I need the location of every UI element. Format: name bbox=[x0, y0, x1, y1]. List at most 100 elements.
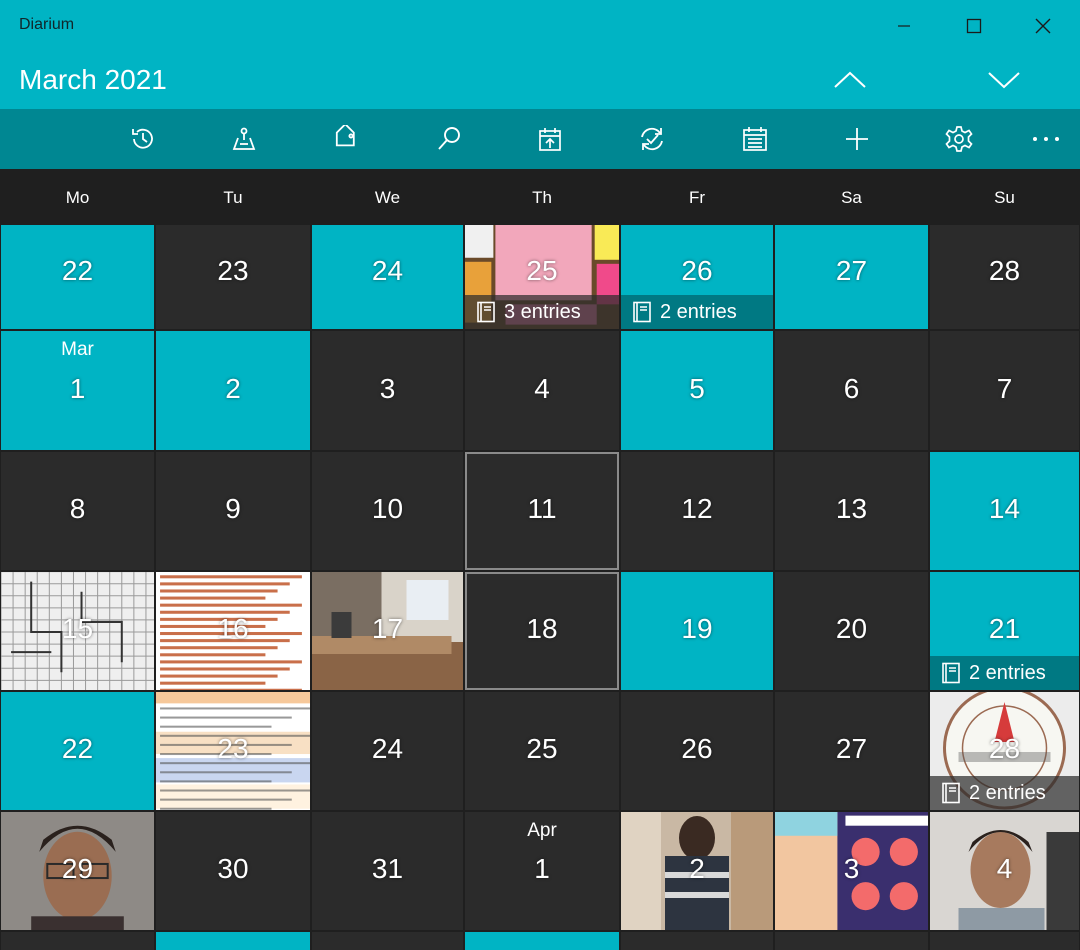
sync-button[interactable] bbox=[628, 115, 676, 163]
day-number: 27 bbox=[835, 733, 868, 764]
day-cell[interactable] bbox=[930, 932, 1079, 950]
maximize-button[interactable] bbox=[951, 8, 997, 44]
day-number: 15 bbox=[61, 613, 94, 644]
add-button[interactable] bbox=[833, 115, 881, 163]
entries-count: 2 entries bbox=[969, 781, 1046, 804]
next-month-button[interactable] bbox=[979, 62, 1029, 98]
day-cell[interactable]: 3 bbox=[312, 331, 463, 450]
day-cell[interactable]: 23 bbox=[156, 692, 310, 810]
day-cell[interactable] bbox=[1, 932, 154, 950]
more-icon bbox=[1033, 137, 1059, 141]
day-cell[interactable]: 19 bbox=[621, 572, 773, 690]
day-cell[interactable]: Mar 1 bbox=[1, 331, 154, 450]
day-number: 1 bbox=[534, 853, 550, 884]
add-icon bbox=[846, 128, 868, 150]
day-cell[interactable]: 24 bbox=[312, 225, 463, 329]
day-number: 12 bbox=[681, 493, 713, 524]
tags-button[interactable] bbox=[322, 115, 370, 163]
day-number: 22 bbox=[61, 255, 94, 286]
day-cell[interactable]: 24 bbox=[312, 692, 463, 810]
day-cell[interactable]: 3 bbox=[775, 812, 928, 930]
day-number: 28 bbox=[988, 255, 1021, 286]
map-icon bbox=[232, 127, 256, 150]
day-cell[interactable]: 21 2 entries bbox=[930, 572, 1079, 690]
search-button[interactable] bbox=[425, 115, 473, 163]
close-button[interactable] bbox=[1020, 8, 1066, 44]
day-number: 5 bbox=[689, 372, 705, 404]
entries-badge: 2 entries bbox=[930, 656, 1079, 690]
day-number: 2 bbox=[689, 853, 705, 884]
weekday-label: Tu bbox=[223, 188, 243, 207]
day-cell[interactable]: 25 3 entries bbox=[465, 225, 619, 329]
entries-badge: 2 entries bbox=[930, 776, 1079, 810]
day-cell[interactable]: 14 bbox=[930, 452, 1079, 570]
day-cell[interactable]: 30 bbox=[156, 812, 310, 930]
day-number: 9 bbox=[225, 493, 241, 524]
journal-icon bbox=[476, 301, 496, 323]
day-cell[interactable] bbox=[465, 932, 619, 950]
day-cell[interactable]: 16 bbox=[156, 572, 310, 690]
more-button[interactable] bbox=[1022, 115, 1070, 163]
settings-button[interactable] bbox=[935, 115, 983, 163]
month-label: Mar bbox=[61, 339, 94, 360]
day-cell[interactable]: 12 bbox=[621, 452, 773, 570]
day-number: 25 bbox=[526, 733, 558, 764]
entries-badge: 3 entries bbox=[465, 295, 619, 329]
day-cell[interactable]: 25 bbox=[465, 692, 619, 810]
day-cell[interactable]: Apr 1 bbox=[465, 812, 619, 930]
day-cell[interactable]: 22 bbox=[1, 692, 154, 810]
day-cell[interactable]: 8 bbox=[1, 452, 154, 570]
month-label: Apr bbox=[527, 820, 557, 841]
day-number: 27 bbox=[835, 255, 868, 286]
day-cell[interactable]: 28 2 entries bbox=[930, 692, 1079, 810]
calendar-export-button[interactable] bbox=[526, 115, 574, 163]
day-cell[interactable]: 20 bbox=[775, 572, 928, 690]
chevron-up-icon bbox=[834, 71, 866, 88]
day-cell[interactable]: 27 bbox=[775, 692, 928, 810]
day-cell[interactable]: 22 bbox=[1, 225, 154, 329]
day-number: 18 bbox=[526, 613, 558, 644]
day-number: 24 bbox=[371, 733, 404, 764]
day-cell[interactable]: 11 bbox=[465, 452, 619, 570]
day-cell[interactable]: 18 bbox=[465, 572, 619, 690]
day-cell[interactable]: 15 bbox=[1, 572, 154, 690]
history-button[interactable] bbox=[119, 115, 167, 163]
day-cell[interactable] bbox=[312, 932, 463, 950]
day-cell[interactable]: 9 bbox=[156, 452, 310, 570]
day-number: 23 bbox=[217, 733, 249, 764]
day-number: 11 bbox=[527, 493, 557, 524]
map-button[interactable] bbox=[220, 115, 268, 163]
day-cell[interactable] bbox=[775, 932, 928, 950]
day-cell[interactable]: 31 bbox=[312, 812, 463, 930]
day-cell[interactable]: 29 bbox=[1, 812, 154, 930]
minimize-button[interactable] bbox=[881, 8, 927, 44]
day-cell[interactable]: 7 bbox=[930, 331, 1079, 450]
day-cell[interactable] bbox=[156, 932, 310, 950]
day-cell[interactable]: 2 bbox=[156, 331, 310, 450]
day-number: 25 bbox=[526, 255, 558, 286]
day-cell[interactable]: 6 bbox=[775, 331, 928, 450]
day-cell[interactable]: 4 bbox=[465, 331, 619, 450]
day-number: 4 bbox=[996, 853, 1013, 884]
day-cell[interactable]: 5 bbox=[621, 331, 773, 450]
day-number: 2 bbox=[225, 372, 241, 404]
chevron-down-icon bbox=[988, 72, 1020, 89]
day-cell[interactable]: 17 bbox=[312, 572, 463, 690]
day-cell[interactable]: 13 bbox=[775, 452, 928, 570]
entries-count: 2 entries bbox=[969, 661, 1046, 684]
previous-month-button[interactable] bbox=[825, 62, 875, 98]
day-cell[interactable]: 4 bbox=[930, 812, 1079, 930]
day-cell[interactable]: 26 bbox=[621, 692, 773, 810]
day-number: 31 bbox=[371, 853, 404, 884]
weekday-label: Fr bbox=[688, 188, 706, 207]
day-cell[interactable]: 27 bbox=[775, 225, 928, 329]
day-cell[interactable]: 26 2 entries bbox=[621, 225, 773, 329]
day-cell[interactable]: 2 bbox=[621, 812, 773, 930]
day-cell[interactable]: 10 bbox=[312, 452, 463, 570]
day-cell[interactable]: 23 bbox=[156, 225, 310, 329]
day-cell[interactable]: 28 bbox=[930, 225, 1079, 329]
weekday-label: Mo bbox=[65, 188, 90, 207]
day-number: 20 bbox=[835, 613, 868, 644]
calendar-button[interactable] bbox=[731, 115, 779, 163]
day-cell[interactable] bbox=[621, 932, 773, 950]
